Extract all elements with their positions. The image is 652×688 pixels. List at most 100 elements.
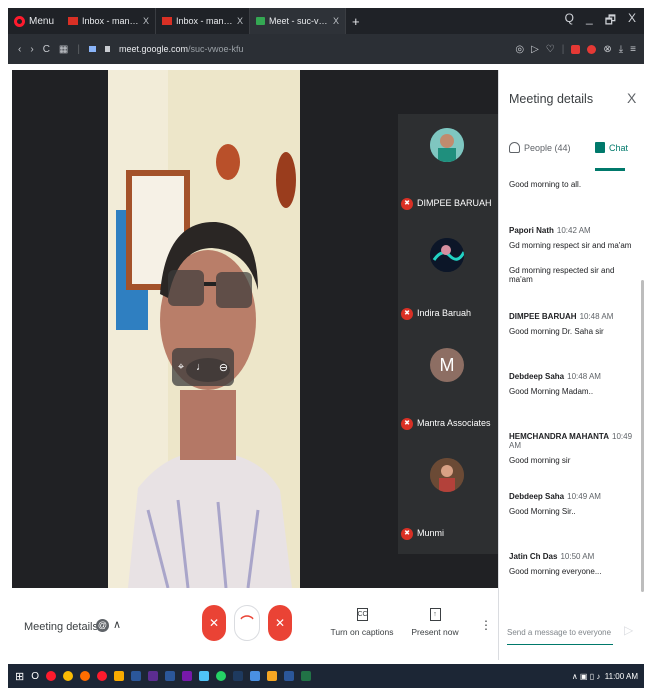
word-icon[interactable] <box>284 671 294 681</box>
info-icon[interactable]: @ <box>96 619 109 632</box>
camera-off-button[interactable]: ✕ <box>268 605 292 641</box>
browser-tab-bar: Menu Inbox - mantrausers001@g X Inbox - … <box>8 8 644 34</box>
microphone-off-button[interactable]: ✕ <box>202 605 226 641</box>
opera-menu-button[interactable]: Menu <box>8 15 62 27</box>
main-speaker-video[interactable] <box>108 70 300 588</box>
shield-icon[interactable]: ♡ <box>546 44 555 55</box>
back-icon[interactable]: ‹ <box>18 44 21 55</box>
message-time: 10:49 AM <box>567 492 601 501</box>
vscode-icon[interactable] <box>250 671 260 681</box>
chat-tab-label: Chat <box>609 142 629 153</box>
download-icon[interactable]: ⤓ <box>619 44 623 55</box>
tab-inbox-1[interactable]: Inbox - mantrausers001@g X <box>62 8 157 34</box>
extension-icon[interactable] <box>587 44 597 54</box>
word-icon[interactable] <box>131 671 141 681</box>
message-text: Gd morning respect sir and ma'am <box>509 241 632 250</box>
pin-icon[interactable]: ⌖ <box>178 361 184 374</box>
message-sender: Papori Nath <box>509 226 554 235</box>
chat-scrollbar[interactable] <box>641 280 644 592</box>
snapshot-icon[interactable]: ◎ <box>515 44 524 55</box>
message-text: Good Morning Madam.. <box>509 387 594 396</box>
chat-message: HEMCHANDRA MAHANTA 10:49 AM Good morning … <box>509 432 635 465</box>
opera-taskbar-icon[interactable] <box>46 671 56 681</box>
restore-button[interactable]: 🗗 <box>605 11 616 32</box>
file-explorer-icon[interactable] <box>114 671 124 681</box>
speed-dial-icon[interactable]: ▦ <box>59 44 68 55</box>
tab-people[interactable]: People (44) <box>509 142 571 153</box>
vpn-icon[interactable]: ⊗ <box>603 44 611 55</box>
participant-avatar <box>430 238 464 272</box>
message-time: 10:48 AM <box>579 312 614 321</box>
chevron-up-icon[interactable]: ∧ <box>113 618 121 631</box>
onenote-icon[interactable] <box>182 671 192 681</box>
gmail-icon <box>68 17 79 25</box>
excel-icon[interactable] <box>301 671 311 681</box>
participant-name: Indira Baruah <box>417 308 472 318</box>
chat-message: Jatin Ch Das 10:50 AM Good morning everyo… <box>509 552 635 576</box>
chat-message-input[interactable]: Send a message to everyone <box>507 628 611 637</box>
send-message-icon[interactable]: ▷ <box>624 623 633 637</box>
meet-icon <box>256 17 266 25</box>
participant-tile[interactable]: M ✖ Mantra Associates <box>398 334 498 444</box>
participant-tile[interactable]: ✖ Indira Baruah <box>398 224 498 334</box>
forward-icon[interactable]: › <box>30 44 33 55</box>
windows-start-icon[interactable]: ⊞ <box>15 670 24 683</box>
chat-message: Debdeep Saha 10:48 AM Good Morning Madam.… <box>509 372 635 396</box>
participant-avatar <box>430 128 464 162</box>
whatsapp-icon[interactable] <box>216 671 226 681</box>
participant-name: DIMPEE BARUAH <box>417 198 492 208</box>
url-field[interactable]: meet.google.com/suc-vwoe-kfu <box>119 44 244 54</box>
captions-button[interactable]: CC Turn on captions <box>330 608 394 637</box>
participant-tile[interactable]: ✖ DIMPEE BARUAH <box>398 114 498 224</box>
close-tab-icon[interactable]: X <box>143 16 149 26</box>
camera-indicator-icon[interactable] <box>88 46 96 52</box>
address-bar-tools: ◎ ▷ ♡ | ⊗ ⤓ ≡ <box>515 44 644 55</box>
search-tabs-icon[interactable]: Q <box>565 11 574 32</box>
chat-messages: Good morning to all. Papori Nath 10:42 AM… <box>509 174 635 592</box>
close-tab-icon[interactable]: X <box>333 16 339 26</box>
gmail-icon <box>162 17 173 25</box>
tab-chat[interactable]: Chat <box>595 142 628 153</box>
search-icon[interactable]: O <box>31 671 39 682</box>
chat-message: Debdeep Saha 10:49 AM Good Morning Sir.. <box>509 492 635 516</box>
meeting-details-panel: Meeting details X People (44) Chat Good … <box>498 70 644 660</box>
app-icon[interactable] <box>233 671 243 681</box>
opera-logo-icon <box>14 15 25 27</box>
close-panel-button[interactable]: X <box>627 90 636 106</box>
chrome-taskbar-icon[interactable] <box>63 671 73 681</box>
tab-title: Meet - suc-vwoe-kfu <box>269 16 329 26</box>
easy-setup-icon[interactable]: ≡ <box>630 44 636 55</box>
new-tab-button[interactable]: + <box>346 14 366 29</box>
present-icon: ↑ <box>429 608 441 621</box>
close-window-button[interactable]: X <box>628 11 636 32</box>
lock-icon[interactable] <box>104 46 110 52</box>
reload-icon[interactable]: C <box>43 44 50 55</box>
tab-meet[interactable]: Meet - suc-vwoe-kfu X <box>250 8 347 34</box>
minimize-button[interactable]: _ <box>586 11 593 32</box>
word-icon[interactable] <box>165 671 175 681</box>
present-button[interactable]: ↑ Present now <box>408 608 462 637</box>
firefox-taskbar-icon[interactable] <box>80 671 90 681</box>
divider: | <box>561 43 565 55</box>
vlc-icon[interactable] <box>267 671 277 681</box>
panel-title: Meeting details <box>509 92 594 106</box>
tab-inbox-2[interactable]: Inbox - mantracourses1@g X <box>156 8 251 34</box>
close-tab-icon[interactable]: X <box>237 16 243 26</box>
system-tray[interactable]: ∧ ▣ ▯ ♪ 11:00 AM <box>572 672 644 681</box>
meeting-details-label[interactable]: Meeting details <box>24 621 98 633</box>
input-underline <box>507 644 613 645</box>
more-options-icon[interactable]: ⋮ <box>480 618 492 632</box>
participant-tile[interactable]: ✖ Munmi <box>398 444 498 554</box>
remove-participant-icon[interactable]: ⊖ <box>219 361 228 374</box>
present-label: Present now <box>411 627 459 637</box>
leave-call-button[interactable]: ⌒ <box>234 605 260 641</box>
extension-icon[interactable] <box>571 44 581 54</box>
send-icon[interactable]: ▷ <box>531 44 539 55</box>
mute-participant-icon[interactable]: ♩ <box>196 361 207 373</box>
opera-taskbar-icon[interactable] <box>97 671 107 681</box>
app-icon[interactable] <box>199 671 209 681</box>
app-icon[interactable] <box>148 671 158 681</box>
muted-mic-icon: ✖ <box>401 528 413 540</box>
video-hover-controls: ⌖ ♩ ⊖ <box>172 348 234 386</box>
message-time: 10:42 AM <box>556 226 591 235</box>
